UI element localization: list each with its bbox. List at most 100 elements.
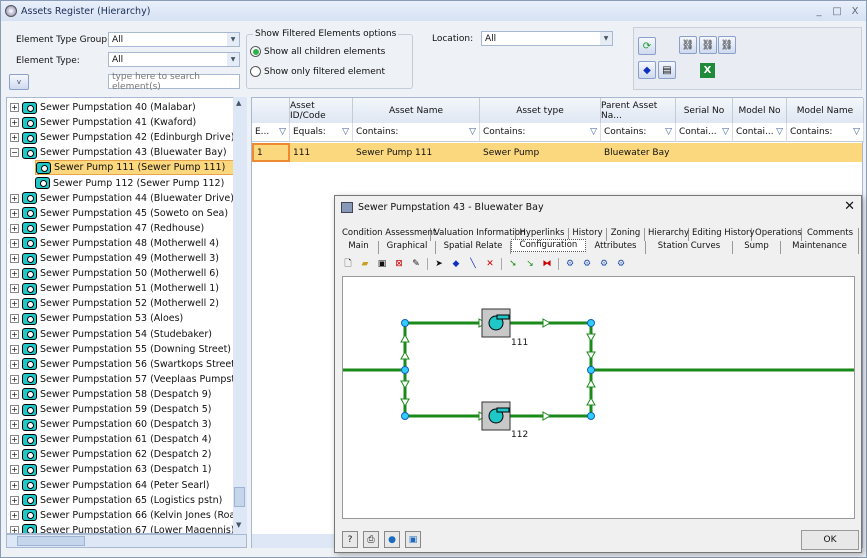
collapse-icon[interactable]: − bbox=[10, 148, 19, 158]
tree-item[interactable]: + Sewer Pumpstation 42 (Edinburgh Drive) bbox=[10, 130, 234, 145]
tree-item[interactable]: + Sewer Pumpstation 55 (Downing Street) bbox=[10, 342, 231, 357]
pipe-down-icon[interactable]: ↘ bbox=[524, 258, 536, 270]
tab-hierarchy[interactable]: Hierarchy bbox=[645, 228, 689, 241]
tab-zoning[interactable]: Zoning bbox=[607, 228, 645, 241]
expand-icon[interactable]: + bbox=[10, 103, 19, 112]
tree-vertical-scrollbar[interactable]: ▲ ▼ bbox=[233, 97, 247, 534]
tree-item[interactable]: − Sewer Pumpstation 43 (Bluewater Bay) bbox=[10, 145, 227, 160]
tab-sump[interactable]: Sump bbox=[733, 241, 781, 254]
radio-show-only-filtered[interactable]: Show only filtered element bbox=[250, 66, 385, 77]
save-icon[interactable]: ▣ bbox=[376, 258, 388, 270]
tree-item[interactable]: + Sewer Pumpstation 41 (Kwaford) bbox=[10, 115, 196, 130]
tree-horizontal-scrollbar[interactable] bbox=[6, 534, 247, 548]
maximize-button[interactable]: □ bbox=[830, 6, 844, 17]
report-button[interactable]: ▤ bbox=[658, 61, 676, 79]
tab-editing-history[interactable]: Editing History bbox=[689, 228, 755, 241]
search-input[interactable]: type here to search element(s) bbox=[108, 72, 240, 92]
filter-icon[interactable]: ▽ bbox=[469, 127, 476, 137]
expand-icon[interactable]: + bbox=[10, 284, 19, 294]
expand-icon[interactable]: + bbox=[10, 480, 19, 490]
print-button[interactable]: ⎙ bbox=[363, 531, 379, 548]
tree-item[interactable]: + Sewer Pumpstation 52 (Motherwell 2) bbox=[10, 296, 219, 311]
valve-icon[interactable]: ⧓ bbox=[541, 258, 553, 270]
table-cell[interactable]: Bluewater Bay bbox=[601, 143, 676, 162]
tab-station-curves[interactable]: Station Curves bbox=[646, 241, 733, 254]
expand-icon[interactable]: + bbox=[10, 510, 19, 520]
link-add-button[interactable]: ⛓ bbox=[679, 36, 697, 54]
column-filter[interactable]: E... ▽ bbox=[252, 123, 290, 142]
add-link-icon[interactable]: ╲ bbox=[467, 258, 479, 270]
expand-icon[interactable]: + bbox=[10, 435, 19, 445]
filter-icon[interactable]: ▽ bbox=[342, 127, 349, 137]
delete-doc-icon[interactable]: ⊠ bbox=[393, 258, 405, 270]
expand-icon[interactable]: + bbox=[10, 405, 19, 414]
column-header[interactable] bbox=[252, 98, 290, 123]
tree-item[interactable]: + Sewer Pumpstation 48 (Motherwell 4) bbox=[10, 236, 219, 251]
column-filter[interactable]: Contains: ▽ bbox=[787, 123, 864, 142]
remove-connection-icon[interactable]: ⚙ bbox=[615, 258, 627, 270]
tab-main[interactable]: Main bbox=[339, 241, 379, 254]
tree-item[interactable]: + Sewer Pumpstation 51 (Motherwell 1) bbox=[10, 281, 219, 296]
expand-icon[interactable]: + bbox=[10, 254, 19, 263]
element-type-select[interactable]: All ▼ bbox=[108, 52, 240, 67]
tab-comments[interactable]: Comments bbox=[802, 228, 859, 241]
link-remove-button[interactable]: ⛓ bbox=[718, 36, 736, 54]
filter-icon[interactable]: ▽ bbox=[853, 127, 860, 137]
tree-item[interactable]: + Sewer Pumpstation 60 (Despatch 3) bbox=[10, 417, 212, 432]
expand-icon[interactable]: + bbox=[10, 359, 19, 369]
expand-icon[interactable]: + bbox=[10, 525, 19, 533]
expand-filters-button[interactable]: v bbox=[9, 74, 29, 90]
add-node-icon[interactable]: ◆ bbox=[450, 258, 462, 270]
expand-icon[interactable]: + bbox=[10, 208, 19, 218]
tree-item[interactable]: + Sewer Pumpstation 59 (Despatch 5) bbox=[10, 402, 212, 417]
tree-item[interactable]: + Sewer Pumpstation 54 (Studebaker) bbox=[10, 327, 212, 342]
column-header[interactable]: Model No bbox=[733, 98, 787, 123]
table-cell[interactable] bbox=[787, 143, 864, 162]
tree-item[interactable]: + Sewer Pumpstation 67 (Lower Magennis) bbox=[10, 523, 235, 533]
expand-icon[interactable]: + bbox=[10, 344, 19, 354]
expand-icon[interactable]: + bbox=[10, 238, 19, 248]
edit-icon[interactable]: ✎ bbox=[410, 258, 422, 270]
column-header[interactable]: Model Name bbox=[787, 98, 864, 123]
refresh-button[interactable]: ⟳ bbox=[638, 37, 656, 55]
expand-icon[interactable]: + bbox=[10, 299, 19, 309]
link-nodes-icon[interactable]: ⚙ bbox=[581, 258, 593, 270]
tree-item[interactable]: + Sewer Pumpstation 44 (Bluewater Drive) bbox=[10, 191, 234, 206]
column-header[interactable]: Asset type bbox=[480, 98, 601, 123]
tab-valuation-information[interactable]: Valuation Information bbox=[431, 228, 526, 241]
expand-icon[interactable]: + bbox=[10, 374, 19, 384]
tab-maintenance[interactable]: Maintenance bbox=[781, 241, 859, 254]
expand-icon[interactable]: + bbox=[10, 495, 19, 505]
filter-icon[interactable]: ▽ bbox=[722, 127, 729, 137]
radio-show-all-children[interactable]: Show all children elements bbox=[250, 46, 385, 57]
column-header[interactable]: Asset ID/Code bbox=[290, 98, 353, 123]
window-button[interactable]: ▣ bbox=[405, 531, 421, 548]
column-filter[interactable]: Contai... ▽ bbox=[676, 123, 733, 142]
configuration-canvas[interactable]: 111 112 bbox=[342, 276, 855, 519]
help-button[interactable]: ? bbox=[342, 531, 358, 548]
table-cell[interactable] bbox=[733, 143, 787, 162]
filter-icon[interactable]: ▽ bbox=[665, 127, 672, 137]
column-header[interactable]: Serial No bbox=[676, 98, 733, 123]
element-type-group-select[interactable]: All ▼ bbox=[108, 32, 240, 47]
tab-spatial-relate[interactable]: Spatial Relate bbox=[436, 241, 511, 254]
new-icon[interactable]: 🗋 bbox=[342, 258, 354, 270]
location-select[interactable]: All ▼ bbox=[481, 31, 613, 46]
tab-operations[interactable]: Operations bbox=[752, 228, 802, 241]
tab-attributes[interactable]: Attributes bbox=[586, 241, 646, 254]
expand-icon[interactable]: + bbox=[10, 133, 19, 143]
add-connection-icon[interactable]: ⚙ bbox=[598, 258, 610, 270]
delete-icon[interactable]: ✕ bbox=[484, 258, 496, 270]
column-header[interactable]: Asset Name bbox=[353, 98, 480, 123]
expand-icon[interactable]: + bbox=[10, 465, 19, 475]
ok-button[interactable]: OK bbox=[801, 530, 859, 550]
group-nodes-icon[interactable]: ⚙ bbox=[564, 258, 576, 270]
tree-item[interactable]: + Sewer Pumpstation 57 (Veeplaas Pumpstat… bbox=[10, 372, 246, 387]
expand-icon[interactable]: + bbox=[10, 420, 19, 430]
column-filter[interactable]: Contains: ▽ bbox=[353, 123, 480, 142]
tree-item[interactable]: + Sewer Pumpstation 40 (Malabar) bbox=[10, 100, 196, 115]
tab-graphical[interactable]: Graphical bbox=[379, 241, 436, 254]
tree-item[interactable]: + Sewer Pumpstation 50 (Motherwell 6) bbox=[10, 266, 219, 281]
excel-export-icon[interactable]: X bbox=[700, 63, 715, 78]
tree-item[interactable]: + Sewer Pumpstation 53 (Aloes) bbox=[10, 311, 183, 326]
